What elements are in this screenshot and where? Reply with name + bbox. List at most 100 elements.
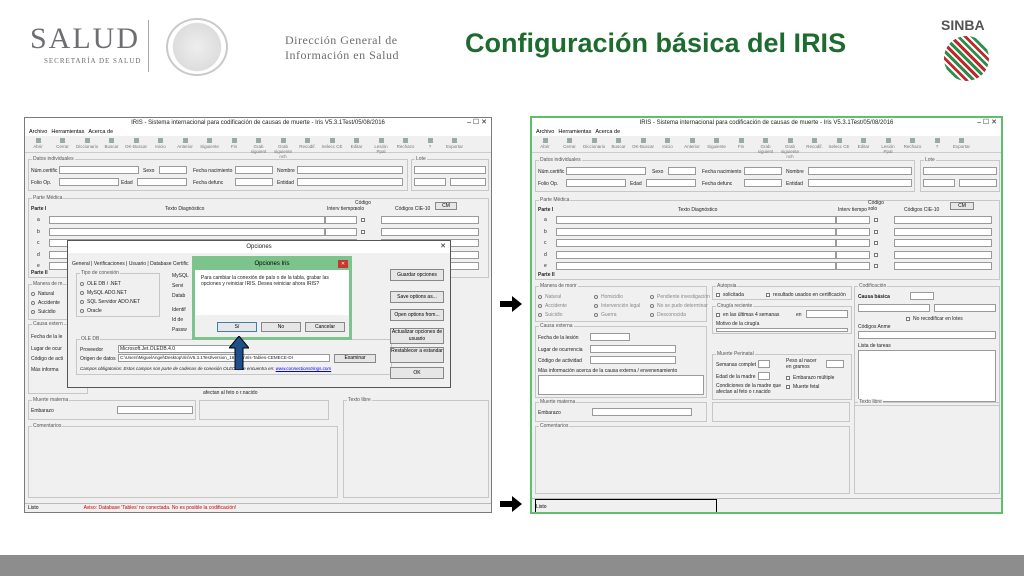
fecha-nac-field[interactable] [235, 166, 273, 174]
codigo-solo-checkbox[interactable] [874, 218, 878, 222]
cm-button[interactable]: CM [435, 202, 457, 210]
interval-field[interactable] [836, 262, 870, 270]
toolbar-button-12[interactable]: Selecc CE [828, 138, 850, 149]
menu-herramientas[interactable]: Herramientas [51, 129, 84, 135]
connectionstrings-link[interactable]: www.connectionstrings.com [276, 366, 332, 371]
sexo-field[interactable] [159, 166, 187, 174]
diag-text-field[interactable] [556, 227, 836, 236]
codigo-field[interactable] [894, 239, 992, 247]
natural-radio[interactable] [538, 295, 542, 299]
toolbar-button-7[interactable]: Siguiente [706, 138, 728, 149]
diag-text-field[interactable] [556, 262, 836, 270]
suicidio-radio[interactable] [31, 310, 35, 314]
tab-usuario[interactable]: Usuario [129, 261, 146, 267]
codigo-field[interactable] [894, 227, 992, 236]
accidente-radio[interactable] [538, 304, 542, 308]
mas-info-field[interactable] [538, 375, 704, 395]
menu-acerca[interactable]: Acerca de [595, 129, 620, 135]
toolbar-button-4[interactable]: OK-Buscar [125, 138, 147, 149]
fecha-lesion-field[interactable] [590, 333, 630, 341]
toolbar-button-5[interactable]: Inicio [657, 138, 679, 149]
fecha-def-field[interactable] [744, 179, 782, 187]
multiple-checkbox[interactable] [786, 376, 790, 380]
homicidio-radio[interactable] [594, 295, 598, 299]
codigo-field[interactable] [381, 227, 479, 236]
diag-text-field[interactable] [556, 250, 836, 259]
natural-radio[interactable] [31, 292, 35, 296]
guardar-opciones-button[interactable]: Guardar opciones [390, 269, 444, 281]
guerra-radio[interactable] [594, 313, 598, 317]
examinar-button[interactable]: Examinar [334, 354, 376, 363]
diag-text-field[interactable] [49, 227, 325, 236]
codigo-solo-checkbox[interactable] [874, 252, 878, 257]
toolbar-button-3[interactable]: Buscar [101, 138, 123, 149]
codigo-solo-checkbox[interactable] [361, 218, 365, 222]
toolbar-button-10[interactable]: Grab siguiente nch [272, 138, 294, 159]
toolbar-button-10[interactable]: Grab siguiente nch [779, 138, 801, 159]
codigo-field[interactable] [894, 216, 992, 224]
proveedor-field[interactable]: Microsoft.Jet.OLEDB.4.0 [118, 345, 238, 353]
codigo-field[interactable] [381, 216, 479, 224]
lugar-select[interactable] [590, 345, 676, 353]
accidente-radio[interactable] [31, 301, 35, 305]
edad-field[interactable] [137, 178, 187, 186]
toolbar-button-15[interactable]: Rechazo [395, 138, 417, 149]
toolbar-button-0[interactable]: Abrir [534, 138, 556, 149]
no_determinar-radio[interactable] [650, 304, 654, 308]
fetal-checkbox[interactable] [786, 385, 790, 389]
conexion-radio[interactable] [80, 300, 84, 304]
ultimas-checkbox[interactable] [716, 313, 720, 317]
toolbar-button-11[interactable]: Recodif. [297, 138, 319, 149]
toolbar-button-15[interactable]: Rechazo [902, 138, 924, 149]
sexo-field[interactable] [668, 167, 696, 175]
peso-field[interactable] [826, 360, 844, 368]
folio-field[interactable] [566, 179, 626, 187]
interval-field[interactable] [836, 239, 870, 247]
conexion-radio[interactable] [80, 291, 84, 295]
interval-field[interactable] [836, 216, 870, 224]
conexion-radio[interactable] [80, 309, 84, 313]
interval-field[interactable] [836, 227, 870, 236]
interval-field[interactable] [325, 216, 357, 224]
semanas-field[interactable] [758, 360, 770, 368]
fecha-nac-field[interactable] [744, 167, 782, 175]
codigo-solo-checkbox[interactable] [874, 241, 878, 245]
toolbar-button-9[interactable]: Grab siguient [248, 138, 270, 154]
toolbar-button-11[interactable]: Recodif. [804, 138, 826, 149]
toolbar-button-8[interactable]: Fin [223, 138, 245, 149]
codigo-solo-checkbox[interactable] [874, 264, 878, 268]
toolbar-button-5[interactable]: Inicio [150, 138, 172, 149]
toolbar-button-1[interactable]: Cerrar [559, 138, 581, 149]
codigo-field[interactable] [894, 262, 992, 270]
toolbar-button-13[interactable]: Editar [853, 138, 875, 149]
toolbar-button-1[interactable]: Cerrar [52, 138, 74, 149]
open-from-button[interactable]: Open options from... [390, 309, 444, 321]
toolbar-button-0[interactable]: Abrir [27, 138, 49, 149]
codigo-field[interactable] [894, 250, 992, 259]
desconocida-radio[interactable] [650, 313, 654, 317]
num-certif-field[interactable] [59, 166, 139, 174]
nombre-field[interactable] [297, 166, 403, 174]
save-as-button[interactable]: Save options as... [390, 291, 444, 303]
toolbar-button-17[interactable]: Exportar [444, 138, 466, 149]
suicidio-radio[interactable] [538, 313, 542, 317]
tab-general[interactable]: General [72, 261, 90, 267]
num-certif-field[interactable] [566, 167, 646, 175]
lote-field-2[interactable] [923, 179, 955, 187]
codigo-act-select[interactable] [590, 356, 676, 364]
toolbar-button-6[interactable]: Anterior [681, 138, 703, 149]
toolbar-button-7[interactable]: Siguiente [199, 138, 221, 149]
toolbar-button-2[interactable]: Diccionario [583, 138, 605, 149]
interval-field[interactable] [325, 227, 357, 236]
lote-field-3[interactable] [450, 178, 486, 186]
toolbar-button-17[interactable]: Exportar [951, 138, 973, 149]
diag-text-field[interactable] [556, 216, 836, 224]
origen-field[interactable]: C:\Users\MiguelAngel\Desktop\Iris\V5.3.1… [118, 354, 330, 362]
cancelar-button[interactable]: Cancelar [305, 322, 345, 332]
lote-field[interactable] [414, 166, 486, 174]
toolbar-button-14[interactable]: Lesión Ppal [877, 138, 899, 154]
lote-field-2[interactable] [414, 178, 446, 186]
embarazo-select[interactable] [117, 406, 193, 414]
toolbar-button-8[interactable]: Fin [730, 138, 752, 149]
toolbar-button-3[interactable]: Buscar [608, 138, 630, 149]
